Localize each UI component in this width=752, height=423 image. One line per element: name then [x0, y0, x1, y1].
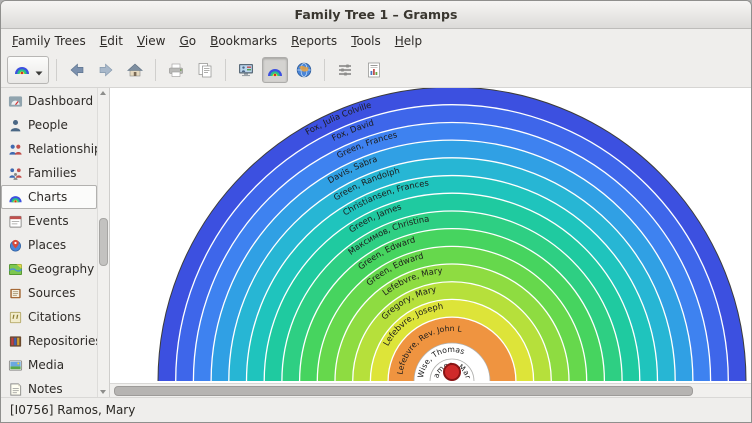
copy-button[interactable] — [192, 57, 218, 83]
sidebar-label: People — [28, 118, 68, 132]
charts-icon — [8, 190, 23, 205]
relationships-icon — [8, 142, 23, 157]
toolbar — [1, 53, 751, 88]
sidebar-label: Sources — [28, 286, 75, 300]
pedigree-view-button[interactable] — [233, 57, 259, 83]
back-button[interactable] — [64, 57, 90, 83]
toolbar-separator — [324, 59, 325, 81]
menu-bar: Family Trees Edit View Go Bookmarks Repo… — [1, 29, 751, 53]
families-icon — [8, 166, 23, 181]
configure-button[interactable] — [332, 57, 358, 83]
menu-edit[interactable]: Edit — [93, 31, 130, 51]
configure-icon — [336, 61, 354, 79]
fan-chart-canvas[interactable]: Fox, Julia ColvilleFox, DavidGreen, Fran… — [110, 88, 751, 383]
home-button[interactable] — [122, 57, 148, 83]
status-text: [I0756] Ramos, Mary — [10, 403, 135, 417]
chart-hscrollbar-thumb[interactable] — [114, 386, 693, 396]
geography-view-button[interactable] — [291, 57, 317, 83]
fanchart-view-icon — [266, 61, 284, 79]
sidebar-label: Charts — [28, 190, 67, 204]
status-bar: [I0756] Ramos, Mary — [1, 397, 751, 422]
fan-chart-selector-icon — [13, 59, 31, 81]
pedigree-view-icon — [237, 61, 255, 79]
fan-chart-type-dropdown[interactable] — [7, 56, 49, 84]
sidebar-label: Repositories — [28, 334, 102, 348]
sidebar-label: Dashboard — [28, 94, 93, 108]
menu-view[interactable]: View — [130, 31, 172, 51]
sidebar-item-dashboard[interactable]: Dashboard — [1, 89, 97, 113]
print-button[interactable] — [163, 57, 189, 83]
sidebar-item-citations[interactable]: Citations — [1, 305, 97, 329]
back-icon — [68, 61, 86, 79]
dashboard-icon — [8, 94, 23, 109]
menu-go[interactable]: Go — [172, 31, 203, 51]
sidebar-label: Geography — [28, 262, 94, 276]
report-icon — [365, 61, 383, 79]
sidebar-item-media[interactable]: Media — [1, 353, 97, 377]
chart-view: Fox, Julia ColvilleFox, DavidGreen, Fran… — [110, 88, 751, 397]
sidebar-scrollbar-thumb[interactable] — [99, 218, 108, 266]
sidebar-item-relationships[interactable]: Relationships — [1, 137, 97, 161]
menu-bookmarks[interactable]: Bookmarks — [203, 31, 284, 51]
chart-horizontal-scrollbar[interactable] — [110, 383, 751, 397]
toolbar-separator — [56, 59, 57, 81]
sidebar-item-people[interactable]: People — [1, 113, 97, 137]
menu-family-trees[interactable]: Family Trees — [5, 31, 93, 51]
sidebar-label: Places — [28, 238, 66, 252]
home-icon — [126, 61, 144, 79]
sidebar-label: Events — [28, 214, 69, 228]
events-icon — [8, 214, 23, 229]
forward-icon — [97, 61, 115, 79]
sources-icon — [8, 286, 23, 301]
forward-button[interactable] — [93, 57, 119, 83]
sidebar-item-charts[interactable]: Charts — [1, 185, 97, 209]
report-button[interactable] — [361, 57, 387, 83]
sidebar-label: Media — [28, 358, 64, 372]
menu-tools[interactable]: Tools — [344, 31, 388, 51]
toolbar-separator — [225, 59, 226, 81]
content-area: Dashboard People Relationships Families … — [1, 88, 751, 397]
sidebar-item-repositories[interactable]: Repositories — [1, 329, 97, 353]
places-icon — [8, 238, 23, 253]
sidebar-label: Families — [28, 166, 76, 180]
window-title: Family Tree 1 – Gramps — [295, 7, 458, 22]
menu-help[interactable]: Help — [388, 31, 429, 51]
repositories-icon — [8, 334, 23, 349]
sidebar-label: Notes — [28, 382, 63, 396]
sidebar-scrollbar[interactable] — [97, 88, 110, 397]
notes-icon — [8, 382, 23, 397]
sidebar-item-events[interactable]: Events — [1, 209, 97, 233]
sidebar-item-families[interactable]: Families — [1, 161, 97, 185]
toolbar-separator — [155, 59, 156, 81]
scroll-down-arrow-icon[interactable] — [100, 390, 106, 394]
sidebar-label: Citations — [28, 310, 81, 324]
scroll-up-arrow-icon[interactable] — [100, 91, 106, 95]
citations-icon — [8, 310, 23, 325]
title-bar[interactable]: Family Tree 1 – Gramps — [1, 1, 751, 29]
sidebar-item-sources[interactable]: Sources — [1, 281, 97, 305]
fanchart-view-button[interactable] — [262, 57, 288, 83]
gramps-window: Family Tree 1 – Gramps Family Trees Edit… — [0, 0, 752, 423]
sidebar-label: Relationships — [28, 142, 108, 156]
dropdown-arrow-icon — [35, 61, 43, 80]
print-icon — [167, 61, 185, 79]
people-icon — [8, 118, 23, 133]
menu-reports[interactable]: Reports — [284, 31, 344, 51]
fan-chart[interactable]: Fox, Julia ColvilleFox, DavidGreen, Fran… — [110, 88, 751, 383]
sidebar-item-places[interactable]: Places — [1, 233, 97, 257]
geography-view-icon — [295, 61, 313, 79]
sidebar-item-geography[interactable]: Geography — [1, 257, 97, 281]
navigation-sidebar: Dashboard People Relationships Families … — [1, 88, 97, 397]
media-icon — [8, 358, 23, 373]
geography-icon — [8, 262, 23, 277]
copy-icon — [196, 61, 214, 79]
